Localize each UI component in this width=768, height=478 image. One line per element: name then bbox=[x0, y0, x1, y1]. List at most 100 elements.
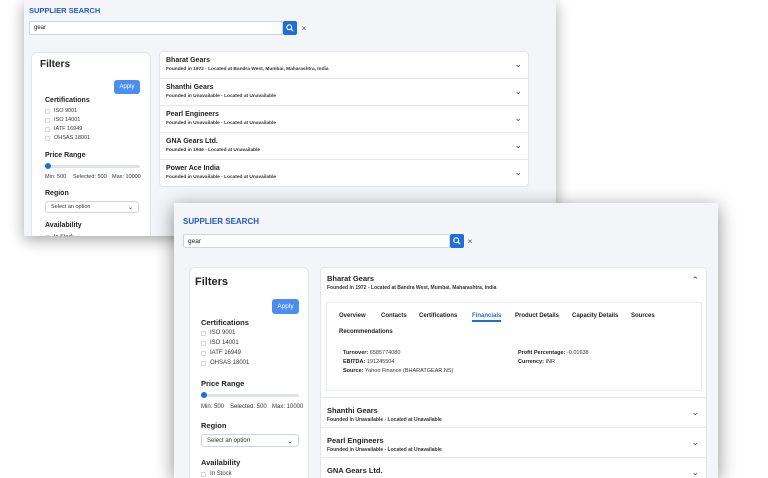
profit-label: Profit Percentage: bbox=[518, 350, 566, 356]
chevron-down-icon[interactable]: ⌄ bbox=[514, 113, 522, 124]
cert-option[interactable]: OHSAS 18001 bbox=[45, 135, 90, 141]
region-select-value: Select an option bbox=[207, 437, 251, 444]
cert-option[interactable]: ISO 9001 bbox=[45, 108, 77, 114]
price-max: Max: 10000 bbox=[112, 174, 141, 180]
availability-option-label: In Stock bbox=[54, 234, 74, 236]
apply-button[interactable]: Apply bbox=[114, 80, 140, 94]
tab-product-details[interactable]: Product Details bbox=[515, 313, 559, 319]
chevron-down-icon: ⌄ bbox=[127, 204, 133, 211]
front-screenshot: SUPPLIER SEARCH gear × Filters Apply Cer… bbox=[174, 203, 718, 478]
tab-sources[interactable]: Sources bbox=[631, 313, 655, 319]
checkbox[interactable] bbox=[45, 117, 50, 123]
chevron-up-icon[interactable]: ⌃ bbox=[691, 275, 699, 286]
region-select[interactable]: Select an option ⌄ bbox=[201, 434, 299, 447]
supplier-name: Shanthi Gears bbox=[327, 406, 378, 415]
chevron-down-icon[interactable]: ⌄ bbox=[691, 407, 699, 418]
price-min: Min: 500 bbox=[201, 404, 225, 410]
cert-label: OHSAS 18001 bbox=[210, 360, 250, 366]
region-label: Region bbox=[45, 190, 69, 197]
tab-contacts[interactable]: Contacts bbox=[381, 313, 407, 319]
chevron-down-icon: ⌄ bbox=[287, 437, 293, 445]
supplier-row[interactable]: GNA Gears Ltd. ⌄ bbox=[321, 458, 706, 478]
supplier-details: Founded in 1972 - Located at Bandra West… bbox=[166, 67, 329, 72]
supplier-name: GNA Gears Ltd. bbox=[166, 138, 218, 145]
cert-label: OHSAS 18001 bbox=[54, 135, 91, 141]
price-slider-thumb[interactable] bbox=[45, 163, 51, 169]
chevron-down-icon[interactable]: ⌄ bbox=[691, 437, 699, 448]
supplier-name: Bharat Gears bbox=[166, 57, 210, 64]
supplier-name: Power Ace India bbox=[166, 165, 220, 172]
clear-search-button[interactable]: × bbox=[299, 21, 309, 35]
checkbox[interactable] bbox=[201, 471, 206, 477]
cert-option[interactable]: IATF 16949 bbox=[45, 126, 82, 132]
certifications-label: Certifications bbox=[45, 97, 90, 104]
ebitda-label: EBITDA: bbox=[343, 359, 366, 365]
chevron-down-icon[interactable]: ⌄ bbox=[514, 167, 522, 178]
cert-option[interactable]: ISO 14001 bbox=[45, 117, 80, 123]
chevron-down-icon[interactable]: ⌄ bbox=[514, 86, 522, 97]
supplier-row[interactable]: Shanthi Gears Founded in Unavailable - L… bbox=[160, 79, 528, 106]
price-slider-track[interactable] bbox=[201, 394, 299, 397]
checkbox[interactable] bbox=[45, 234, 50, 236]
apply-button[interactable]: Apply bbox=[272, 299, 299, 314]
checkbox[interactable] bbox=[45, 135, 50, 141]
cert-option[interactable]: OHSAS 18001 bbox=[201, 360, 249, 366]
chevron-down-icon[interactable]: ⌄ bbox=[514, 140, 522, 151]
checkbox[interactable] bbox=[201, 340, 206, 346]
supplier-name: Bharat Gears bbox=[327, 274, 375, 283]
cert-option[interactable]: IATF 16949 bbox=[201, 350, 241, 356]
tab-certifications[interactable]: Certifications bbox=[419, 313, 457, 319]
supplier-row[interactable]: Shanthi Gears Founded in Unavailable - L… bbox=[321, 398, 706, 428]
supplier-row-expanded[interactable]: Bharat Gears Founded in 1972 - Located a… bbox=[321, 268, 706, 398]
supplier-details: Founded in 1946 - Located at Unavailable bbox=[166, 148, 261, 153]
tab-overview[interactable]: Overview bbox=[339, 313, 366, 319]
filters-panel: Filters Apply Certifications ISO 9001 IS… bbox=[189, 267, 309, 478]
clear-search-button[interactable]: × bbox=[465, 234, 475, 248]
checkbox[interactable] bbox=[201, 350, 206, 356]
checkbox[interactable] bbox=[201, 360, 206, 366]
source-label: Source: bbox=[343, 368, 364, 374]
search-button[interactable] bbox=[450, 234, 464, 248]
checkbox[interactable] bbox=[201, 330, 206, 336]
availability-label: Availability bbox=[45, 222, 82, 229]
chevron-down-icon[interactable]: ⌄ bbox=[691, 467, 699, 478]
supplier-detail-panel: Overview Contacts Certifications Financi… bbox=[326, 302, 702, 391]
chevron-down-icon[interactable]: ⌄ bbox=[514, 59, 522, 70]
cert-option[interactable]: ISO 9001 bbox=[201, 330, 235, 336]
price-slider-thumb[interactable] bbox=[201, 392, 207, 398]
profit-value: -0.01638 bbox=[566, 350, 589, 356]
availability-option[interactable]: In Stock bbox=[201, 471, 232, 477]
checkbox[interactable] bbox=[45, 108, 50, 114]
tab-capacity-details[interactable]: Capacity Details bbox=[572, 313, 618, 319]
checkbox[interactable] bbox=[45, 126, 50, 132]
tab-recommendations[interactable]: Recommendations bbox=[339, 329, 393, 335]
search-input[interactable]: gear bbox=[29, 21, 283, 35]
supplier-details: Founded in Unavailable - Located at Unav… bbox=[327, 447, 442, 453]
cert-label: ISO 14001 bbox=[210, 340, 239, 346]
price-range-label: Price Range bbox=[45, 152, 86, 159]
supplier-details: Founded in Unavailable - Located at Unav… bbox=[166, 94, 277, 99]
supplier-row[interactable]: Pearl Engineers Founded in Unavailable -… bbox=[160, 106, 528, 133]
availability-label: Availability bbox=[201, 458, 241, 467]
filters-panel: Filters Apply Certifications ISO 9001 IS… bbox=[31, 52, 151, 236]
supplier-row[interactable]: Bharat Gears Founded in 1972 - Located a… bbox=[160, 52, 528, 79]
search-input[interactable]: gear bbox=[183, 234, 450, 248]
search-icon bbox=[286, 24, 294, 32]
search-button[interactable] bbox=[283, 21, 297, 35]
source-row: Source: Yahoo Finance (BHARATGEAR.NS) bbox=[343, 368, 453, 374]
tab-financials[interactable]: Financials bbox=[472, 313, 502, 322]
supplier-details: Founded in Unavailable - Located at Unav… bbox=[327, 417, 442, 423]
supplier-row[interactable]: Power Ace India Founded in Unavailable -… bbox=[160, 160, 528, 188]
supplier-row[interactable]: GNA Gears Ltd. Founded in 1946 - Located… bbox=[160, 133, 528, 160]
cert-option[interactable]: ISO 14001 bbox=[201, 340, 239, 346]
availability-option[interactable]: In Stock bbox=[45, 234, 74, 236]
filters-title: Filters bbox=[40, 59, 71, 70]
supplier-list: Bharat Gears Founded in 1972 - Located a… bbox=[159, 51, 529, 187]
cert-label: ISO 9001 bbox=[210, 330, 236, 336]
region-select[interactable]: Select an option ⌄ bbox=[45, 201, 139, 213]
price-slider-track[interactable] bbox=[45, 165, 140, 168]
cert-label: IATF 16949 bbox=[54, 126, 83, 132]
supplier-row[interactable]: Pearl Engineers Founded in Unavailable -… bbox=[321, 428, 706, 458]
region-select-value: Select an option bbox=[51, 204, 91, 210]
cert-label: ISO 9001 bbox=[54, 108, 78, 114]
